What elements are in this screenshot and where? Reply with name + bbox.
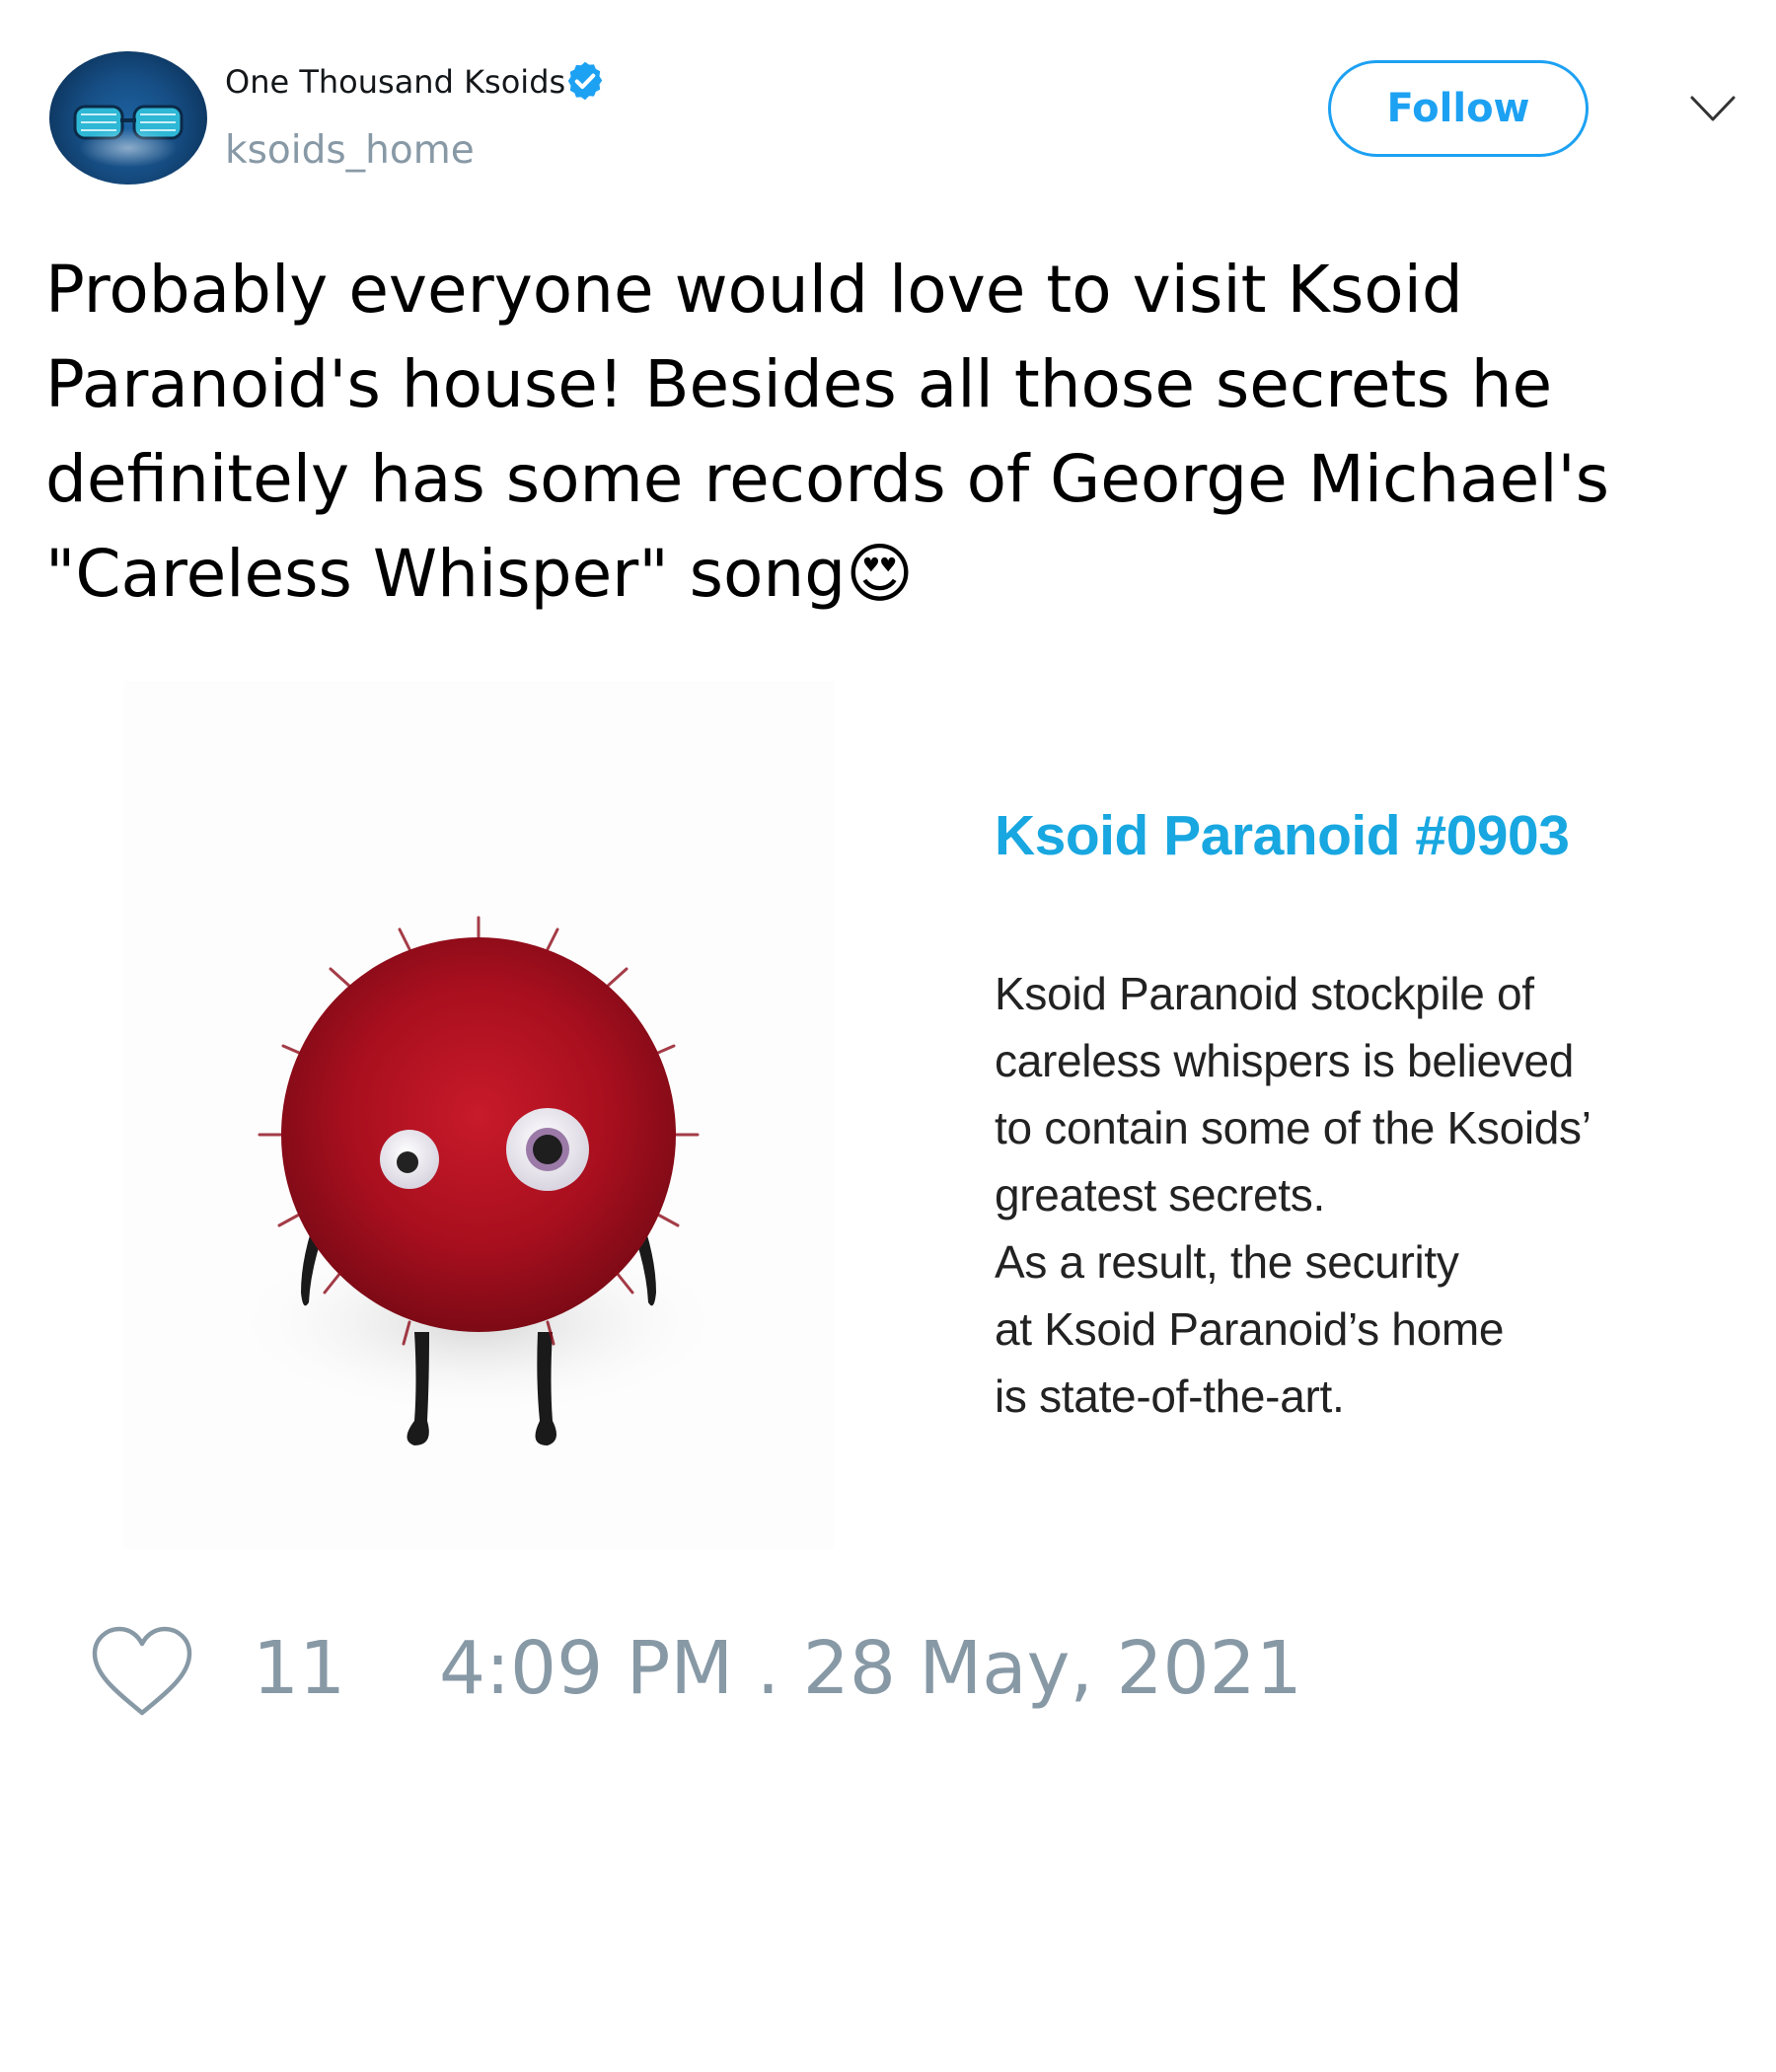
- card-description-line: greatest secrets.: [995, 1169, 1325, 1221]
- chevron-down-icon[interactable]: [1689, 94, 1737, 123]
- card-description-line: is state-of-the-art.: [995, 1370, 1345, 1422]
- card-description-line: at Ksoid Paranoid’s home: [995, 1303, 1505, 1355]
- glasses-icon: [73, 105, 184, 140]
- user-handle[interactable]: ksoids_home: [225, 128, 475, 173]
- tweet-timestamp[interactable]: 4:09 PM . 28 May, 2021: [439, 1626, 1302, 1711]
- media-image-panel: [123, 681, 834, 1549]
- heart-icon[interactable]: [89, 1624, 195, 1719]
- avatar[interactable]: [49, 51, 207, 185]
- display-name[interactable]: One Thousand Ksoids: [225, 63, 565, 101]
- tweet-text: Probably everyone would love to visit Ks…: [45, 252, 1610, 612]
- follow-button[interactable]: Follow: [1328, 60, 1589, 157]
- card-description-line: to contain some of the Ksoids’: [995, 1102, 1591, 1153]
- card-description-line: careless whispers is believed: [995, 1035, 1575, 1086]
- like-count: 11: [253, 1626, 346, 1711]
- card-title: Ksoid Paranoid #0903: [995, 804, 1570, 867]
- card-description-line: As a result, the security: [995, 1236, 1459, 1288]
- tweet-media[interactable]: Ksoid Paranoid #0903 Ksoid Paranoid stoc…: [123, 681, 1717, 1549]
- fluffy-creature-image: [232, 916, 725, 1445]
- verified-badge-icon: [567, 61, 603, 101]
- card-description: Ksoid Paranoid stockpile of careless whi…: [995, 960, 1685, 1430]
- card-description-line: Ksoid Paranoid stockpile of: [995, 968, 1534, 1019]
